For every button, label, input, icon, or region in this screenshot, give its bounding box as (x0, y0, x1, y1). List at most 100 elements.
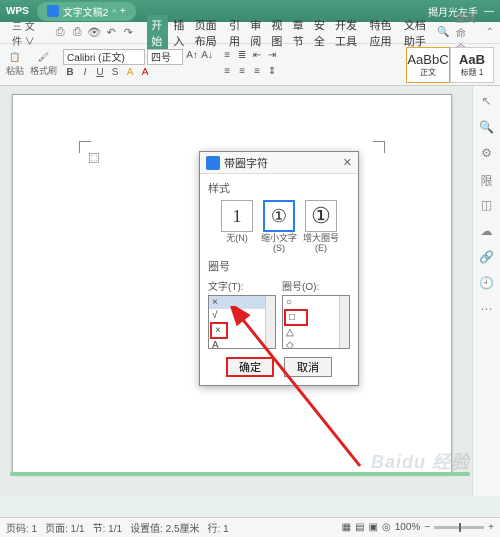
numbering-icon[interactable]: ≣ (235, 50, 249, 64)
menubar: 开始 插入 页面布局 引用 审阅 视图 章节 安全 开发工具 特色应用 文档助手 (147, 15, 433, 51)
list-item-highlighted[interactable]: × (210, 322, 228, 339)
view-mode-icon[interactable]: ◎ (382, 522, 391, 533)
more-icon[interactable]: ⋯ (479, 302, 495, 318)
font-combo[interactable]: Calibri (正文) (63, 49, 145, 65)
indent-dec-icon[interactable]: ⇤ (250, 50, 264, 64)
scrollbar[interactable] (265, 296, 275, 348)
style-normal[interactable]: AaBbC 正文 (406, 47, 450, 83)
shrink-font-icon[interactable]: A↓ (200, 50, 214, 64)
enc-label: 圈号(O): (282, 282, 319, 293)
align-right-icon[interactable]: ≡ (250, 66, 264, 80)
menu-dev[interactable]: 开发工具 (332, 15, 364, 51)
document-area: ⬚ 带圈字符 ✕ 样式 1 无(N) ① 缩小文字(S) (0, 86, 500, 496)
highlight-icon[interactable]: A (123, 67, 137, 81)
tab-device-icon: ▫ (112, 6, 116, 17)
status-pos[interactable]: 设置值: 2.5厘米 (130, 520, 199, 535)
style-opt-none[interactable]: 1 无(N) (218, 200, 256, 254)
paste-group[interactable]: 📋 粘贴 (6, 52, 24, 77)
style-cap: 增大圈号(E) (302, 234, 340, 254)
zoom-slider[interactable] (434, 526, 484, 529)
style-opt-shrink[interactable]: ① 缩小文字(S) (260, 200, 298, 254)
search-icon[interactable]: 🔍 (479, 120, 495, 136)
align-center-icon[interactable]: ≡ (235, 66, 249, 80)
status-row[interactable]: 行: 1 (208, 520, 229, 535)
style-opt-enlarge[interactable]: ① 增大圈号(E) (302, 200, 340, 254)
format-brush-group[interactable]: 🖌 格式刷 (30, 52, 57, 77)
preview-icon[interactable]: 👁 (87, 26, 101, 40)
menu-section[interactable]: 章节 (290, 15, 309, 51)
redo-icon[interactable]: ↷ (121, 26, 135, 40)
text-listbox[interactable]: × √ × A a (208, 295, 276, 349)
strike-icon[interactable]: S (108, 67, 122, 81)
italic-icon[interactable]: I (78, 67, 92, 81)
menu-review[interactable]: 审阅 (247, 15, 266, 51)
view-mode-icon[interactable]: ▤ (355, 522, 364, 533)
text-label: 文字(T): (208, 282, 244, 293)
margin-corner-tl (79, 141, 91, 153)
styles-gallery: AaBbC 正文 AaB 标题 1 (406, 47, 494, 83)
list-item-highlighted[interactable]: □ (284, 309, 308, 326)
close-icon[interactable]: ✕ (343, 156, 352, 169)
style-preview-text: AaB (459, 52, 485, 67)
document-tab[interactable]: 文字文稿2 ▫ + (37, 2, 136, 21)
menu-special[interactable]: 特色应用 (366, 15, 398, 51)
select-icon[interactable]: ↖ (479, 94, 495, 110)
status-page[interactable]: 页码: 1 (6, 520, 37, 535)
file-menu[interactable]: 三 文件 ∨ (6, 16, 49, 50)
scrollbar[interactable] (339, 296, 349, 348)
link-icon[interactable]: 🔗 (479, 250, 495, 266)
style-heading1[interactable]: AaB 标题 1 (450, 47, 494, 83)
menu-layout[interactable]: 页面布局 (192, 15, 224, 51)
menu-security[interactable]: 安全 (311, 15, 330, 51)
style-caption: 正文 (420, 67, 436, 78)
dialog-titlebar[interactable]: 带圈字符 ✕ (200, 152, 358, 174)
style-section-label: 样式 (208, 180, 350, 196)
menu-start[interactable]: 开始 (147, 15, 168, 51)
align-left-icon[interactable]: ≡ (220, 66, 234, 80)
size-combo[interactable]: 四号 (147, 49, 183, 65)
save-icon[interactable]: ⎙ (53, 26, 67, 40)
font-group: Calibri (正文) 四号 A↑ A↓ B I U S A A (63, 49, 214, 81)
zoom-in-icon[interactable]: + (488, 522, 494, 533)
brush-label: 格式刷 (30, 64, 57, 77)
ok-button[interactable]: 确定 (226, 357, 274, 377)
view-mode-icon[interactable]: ▣ (369, 522, 378, 533)
cloud-icon[interactable]: ☁ (479, 224, 495, 240)
indent-inc-icon[interactable]: ⇥ (265, 50, 279, 64)
dialog-icon (206, 156, 220, 170)
layers-icon[interactable]: ◫ (479, 198, 495, 214)
font-color-icon[interactable]: A (138, 67, 152, 81)
menu-insert[interactable]: 插入 (170, 15, 189, 51)
print-icon[interactable]: ⎙ (70, 26, 84, 40)
line-spacing-icon[interactable]: ⇕ (265, 66, 279, 80)
undo-icon[interactable]: ↶ (104, 26, 118, 40)
style-caption: 标题 1 (461, 67, 484, 78)
bold-icon[interactable]: B (63, 67, 77, 81)
style-preview-text: AaBbC (407, 52, 448, 67)
settings-icon[interactable]: ⚙ (479, 146, 495, 162)
statusbar: 页码: 1 页面: 1/1 节: 1/1 设置值: 2.5厘米 行: 1 ▦ ▤… (0, 517, 500, 537)
cancel-button[interactable]: 取消 (284, 357, 332, 377)
enc-listbox[interactable]: ○ □ △ ◇ (282, 295, 350, 349)
menu-view[interactable]: 视图 (268, 15, 287, 51)
quick-toolbar: 三 文件 ∨ ⎙ ⎙ 👁 ↶ ↷ 开始 插入 页面布局 引用 审阅 视图 章节 … (0, 22, 500, 44)
right-sidebar: ↖ 🔍 ⚙ 限 ◫ ☁ 🔗 🕘 ⋯ (472, 86, 500, 496)
status-pages[interactable]: 页面: 1/1 (45, 520, 84, 535)
limit-icon[interactable]: 限 (479, 172, 495, 188)
tab-add-icon[interactable]: + (120, 6, 126, 17)
collapse-icon[interactable]: ⌃ (486, 27, 494, 38)
underline-icon[interactable]: U (93, 67, 107, 81)
clock-icon[interactable]: 🕘 (479, 276, 495, 292)
bullets-icon[interactable]: ≡ (220, 50, 234, 64)
view-mode-icon[interactable]: ▦ (342, 522, 351, 533)
grow-font-icon[interactable]: A↑ (185, 50, 199, 64)
zoom-label[interactable]: 100% (395, 522, 421, 533)
menu-ref[interactable]: 引用 (226, 15, 245, 51)
status-section[interactable]: 节: 1/1 (93, 520, 122, 535)
horizontal-scrollbar[interactable] (10, 472, 470, 476)
document-page[interactable]: ⬚ 带圈字符 ✕ 样式 1 无(N) ① 缩小文字(S) (12, 94, 452, 474)
zoom-out-icon[interactable]: − (424, 522, 430, 533)
menu-dochelper[interactable]: 文档助手 (401, 15, 433, 51)
enc-section-label: 圈号 (208, 258, 350, 274)
quick-icons: ⎙ ⎙ 👁 ↶ ↷ (53, 26, 135, 40)
